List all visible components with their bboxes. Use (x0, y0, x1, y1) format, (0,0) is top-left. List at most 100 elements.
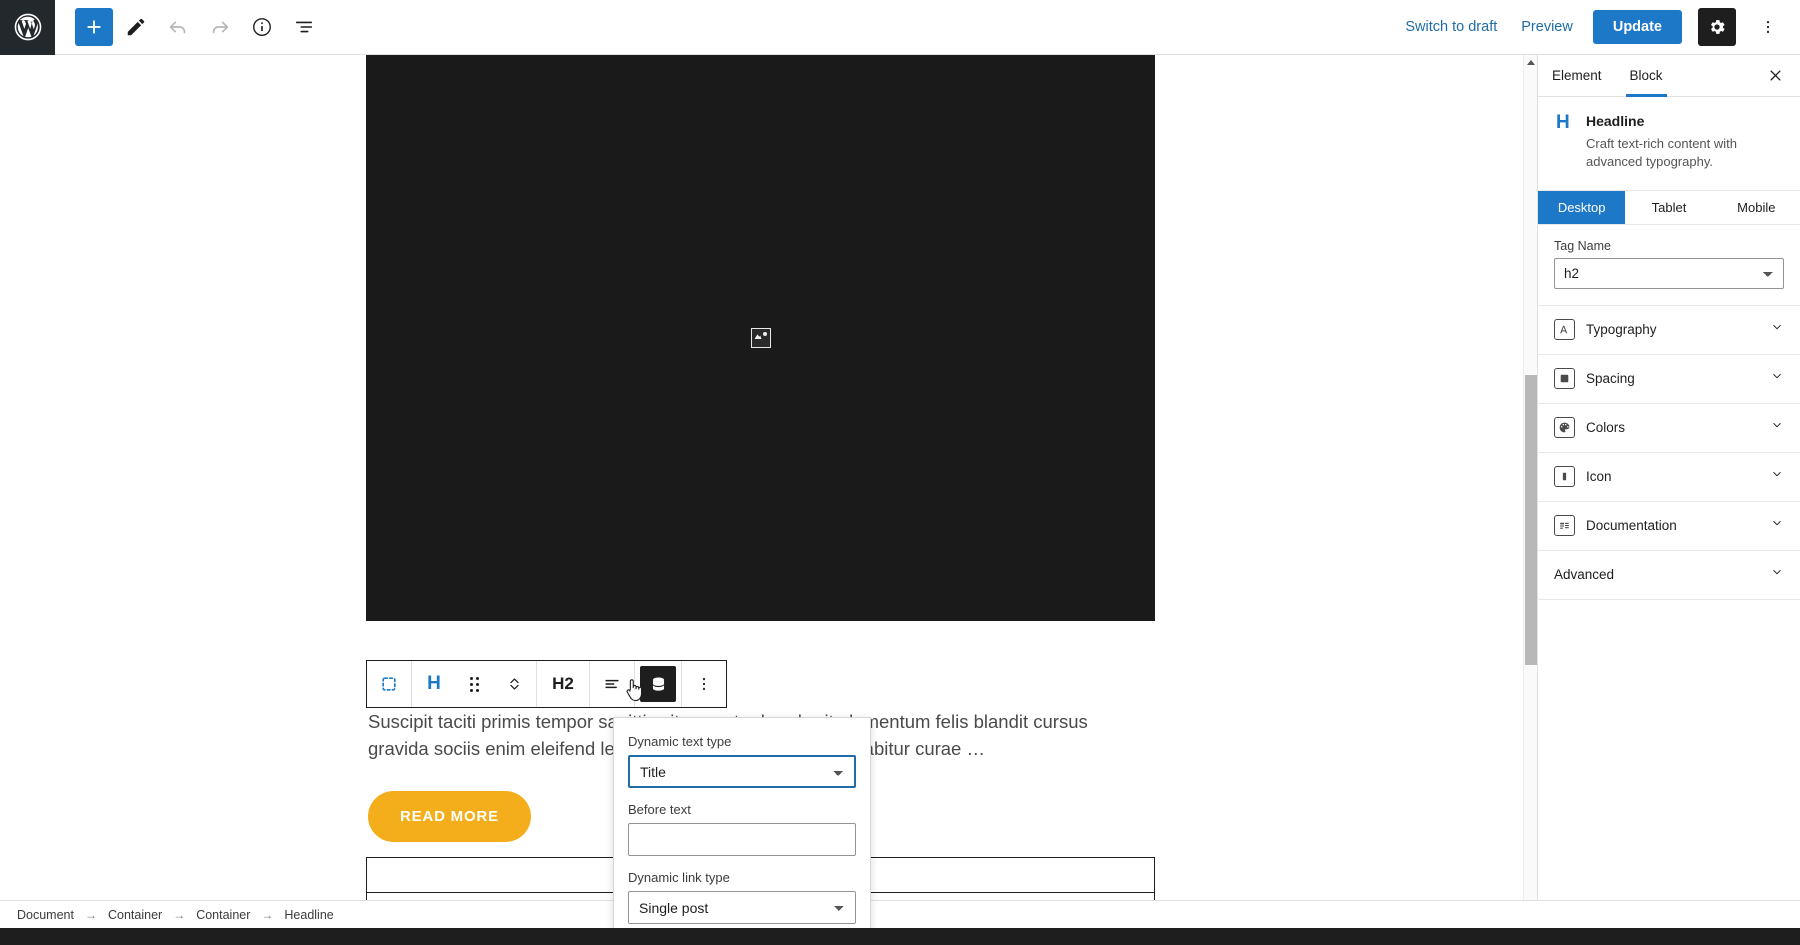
scroll-up-arrow[interactable] (1524, 55, 1538, 69)
preview-button[interactable]: Preview (1517, 13, 1577, 41)
tag-name-select[interactable]: h2 (1554, 258, 1784, 289)
chevron-down-icon (1770, 565, 1784, 584)
dashed-square-select-icon (379, 674, 399, 694)
settings-button[interactable] (1698, 8, 1736, 46)
wordpress-logo[interactable] (0, 0, 55, 55)
breadcrumb-separator: → (173, 908, 185, 922)
toolbar-group-align (590, 661, 635, 707)
block-toolbar: H H2 (366, 660, 727, 708)
breadcrumb-item-container-1[interactable]: Container (105, 906, 165, 924)
block-info: H Headline Craft text-rich content with … (1538, 97, 1800, 191)
scrollbar-thumb[interactable] (1525, 375, 1537, 665)
align-text-button[interactable] (592, 661, 632, 707)
details-button[interactable] (243, 8, 281, 46)
tab-block[interactable]: Block (1616, 55, 1677, 97)
device-tab-tablet[interactable]: Tablet (1625, 191, 1712, 224)
breadcrumb-item-headline[interactable]: Headline (281, 906, 336, 924)
panel-advanced[interactable]: Advanced (1538, 551, 1800, 600)
image-block[interactable] (366, 55, 1155, 621)
breadcrumb-separator: → (261, 908, 273, 922)
panel-icon[interactable]: Icon (1538, 453, 1800, 502)
panel-typography[interactable]: Typography (1538, 306, 1800, 355)
top-toolbar-right-group: Switch to draft Preview Update (1401, 8, 1800, 46)
chevron-down-icon (1770, 516, 1784, 535)
typography-icon (1554, 319, 1575, 340)
panel-spacing[interactable]: Spacing (1538, 355, 1800, 404)
redo-button[interactable] (201, 8, 239, 46)
three-dots-vertical-icon (695, 675, 713, 693)
info-icon (251, 16, 273, 38)
dynamic-link-type-field: Dynamic link type Single post (628, 870, 856, 924)
align-text-icon (602, 674, 622, 694)
top-toolbar-left-group (55, 8, 323, 46)
headline-block-icon: H (1556, 113, 1574, 172)
breadcrumb-separator: → (85, 908, 97, 922)
panel-documentation-label: Documentation (1586, 518, 1677, 533)
chevron-down-icon (1770, 467, 1784, 486)
database-icon (649, 675, 668, 694)
panel-advanced-label: Advanced (1554, 567, 1614, 582)
settings-sidebar: Element Block H Headline Craft text-rich… (1537, 55, 1800, 928)
top-toolbar: Switch to draft Preview Update (0, 0, 1800, 55)
icon-box-icon (1554, 466, 1575, 487)
drag-handle-button[interactable] (454, 661, 494, 707)
more-options-button[interactable] (1752, 8, 1784, 46)
editor-canvas[interactable]: Hello World Suscipit taciti primis tempo… (0, 55, 1537, 928)
pencil-icon (125, 16, 147, 38)
bottom-strip (0, 928, 1800, 945)
toolbar-group-heading: H2 (537, 661, 590, 707)
undo-icon (167, 16, 189, 38)
panel-colors-label: Colors (1586, 420, 1625, 435)
dynamic-link-type-label: Dynamic link type (628, 870, 856, 885)
dynamic-text-type-field: Dynamic text type Title (628, 734, 856, 788)
toolbar-group-block: H (412, 661, 537, 707)
dynamic-link-type-select[interactable]: Single post (628, 891, 856, 924)
breadcrumb-item-container-2[interactable]: Container (193, 906, 253, 924)
dynamic-text-type-select[interactable]: Title (628, 755, 856, 788)
chevron-down-icon (1770, 320, 1784, 339)
panel-spacing-label: Spacing (1586, 371, 1635, 386)
device-tab-mobile[interactable]: Mobile (1713, 191, 1800, 224)
toolbar-group-select (367, 661, 412, 707)
toolbar-group-dynamic (635, 661, 682, 707)
three-dots-vertical-icon (1759, 18, 1777, 36)
canvas-scrollbar[interactable] (1523, 55, 1537, 928)
list-view-button[interactable] (285, 8, 323, 46)
tag-name-field: Tag Name h2 (1538, 225, 1800, 306)
breadcrumb-item-document[interactable]: Document (14, 906, 77, 924)
drag-dots-icon (470, 677, 479, 692)
block-type-button[interactable]: H (414, 661, 454, 707)
before-text-label: Before text (628, 802, 856, 817)
spacing-icon (1554, 368, 1575, 389)
block-info-text: Headline Craft text-rich content with ad… (1586, 113, 1782, 172)
heading-level-button[interactable]: H2 (539, 661, 587, 707)
edit-tool-button[interactable] (117, 8, 155, 46)
list-view-icon (293, 16, 315, 38)
switch-to-draft-button[interactable]: Switch to draft (1401, 13, 1501, 41)
tag-name-label: Tag Name (1554, 239, 1784, 253)
move-up-down-icon (506, 673, 523, 695)
dynamic-data-button[interactable] (640, 666, 676, 702)
dynamic-text-type-label: Dynamic text type (628, 734, 856, 749)
select-parent-block-button[interactable] (369, 661, 409, 707)
documentation-icon (1554, 515, 1575, 536)
update-button[interactable]: Update (1593, 10, 1682, 44)
before-text-input[interactable] (628, 823, 856, 856)
chevron-down-icon (1770, 418, 1784, 437)
palette-icon (1554, 417, 1575, 438)
tab-element[interactable]: Element (1538, 55, 1616, 97)
device-tab-desktop[interactable]: Desktop (1538, 191, 1625, 224)
panel-colors[interactable]: Colors (1538, 404, 1800, 453)
close-sidebar-button[interactable] (1762, 63, 1788, 89)
read-more-button[interactable]: READ MORE (368, 791, 531, 842)
block-more-options-button[interactable] (684, 661, 724, 707)
before-text-field: Before text (628, 802, 856, 856)
move-block-button[interactable] (494, 661, 534, 707)
block-name: Headline (1586, 113, 1782, 129)
add-block-button[interactable] (75, 8, 113, 46)
undo-button[interactable] (159, 8, 197, 46)
panel-documentation[interactable]: Documentation (1538, 502, 1800, 551)
redo-icon (209, 16, 231, 38)
broken-image-icon (751, 328, 771, 348)
sidebar-tabs: Element Block (1538, 55, 1800, 97)
